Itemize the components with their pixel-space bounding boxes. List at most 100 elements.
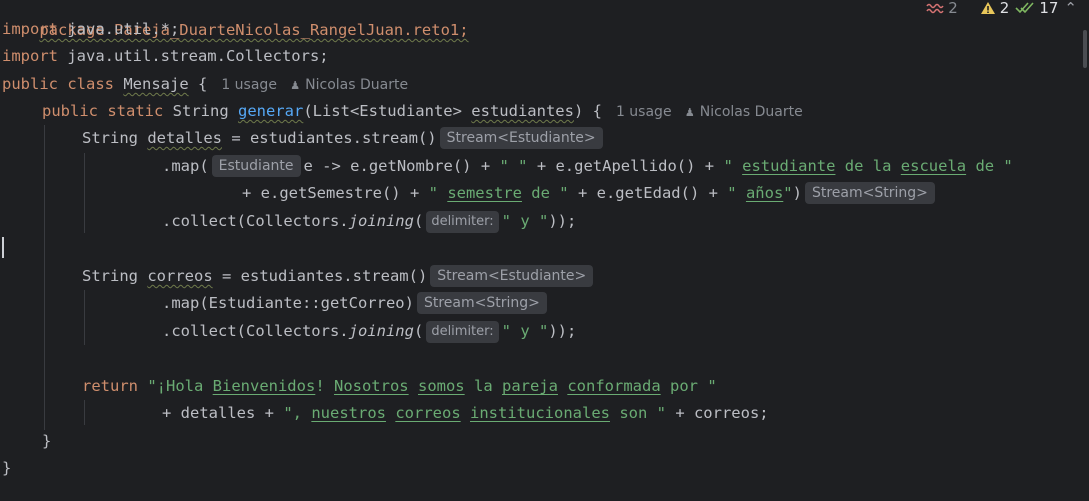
method-joining: joining [348, 322, 414, 340]
checks-indicator[interactable]: 17 [1015, 0, 1058, 17]
code-editor[interactable]: package Pareja_DuarteNicolas_RangelJuan.… [0, 0, 1089, 501]
expression: + e.getSemestre() + [242, 184, 429, 202]
class-code-lens[interactable]: 1 usage ♟ Nicolas Duarte [221, 77, 408, 93]
string-literal [461, 404, 470, 422]
map-call: .map( [162, 157, 209, 175]
expression: = estudiantes.stream() [221, 129, 437, 147]
indent-guide [84, 290, 85, 345]
lambda: e -> e.getNombre() + [303, 157, 500, 175]
string-word: años [745, 184, 784, 202]
type: String [82, 129, 148, 147]
string-literal: " [727, 184, 746, 202]
string-literal: " y " [501, 212, 549, 230]
string-literal: de " [521, 184, 569, 202]
paren: ) [792, 184, 802, 202]
string-word: Nosotros [333, 377, 409, 395]
code-line-method-decl: public static String generar(List<Estudi… [42, 98, 803, 125]
errors-count: 2 [948, 0, 958, 17]
import-keyword: import [2, 20, 68, 38]
code-line-import-collectors: import java.util.stream.Collectors; [2, 43, 329, 70]
code-line-map-cont: + e.getSemestre() + " semestre de " + e.… [242, 180, 938, 207]
method-code-lens[interactable]: 1 usage ♟ Nicolas Duarte [616, 104, 803, 120]
checks-count: 17 [1039, 0, 1059, 17]
brace: ) { [573, 102, 602, 120]
author-name[interactable]: Nicolas Duarte [305, 77, 408, 93]
code-line-return-cont: + detalles + ", nuestros correos institu… [162, 400, 769, 427]
return-type: String [172, 102, 238, 120]
code-line-map: .map(Estudiante e -> e.getNombre() + " " … [162, 153, 1013, 180]
string-literal: " [428, 184, 448, 202]
user-icon: ♟ [290, 79, 301, 92]
expression: .map(Estudiante::getCorreo) [162, 294, 414, 312]
string-literal: "¡Hola [147, 377, 213, 395]
string-literal: " [783, 184, 793, 202]
code-line-correos: String correos = estudiantes.stream() Str… [82, 263, 596, 290]
string-word: estudiante [742, 157, 836, 175]
code-line-collect-2: .collect(Collectors.joining(delimiter: " … [162, 318, 576, 345]
param-name-hint: delimiter: [426, 321, 499, 343]
string-literal: son " [609, 404, 666, 422]
indent-guide [84, 153, 85, 233]
string-literal: ", [283, 404, 312, 422]
expression: + detalles + [162, 404, 284, 422]
expression: .collect(Collectors. [162, 322, 349, 340]
expression: + correos; [665, 404, 769, 422]
expression: = estudiantes.stream() [212, 267, 428, 285]
type-hint: Stream<Estudiante> [439, 127, 603, 149]
string-word: semestre [447, 184, 522, 202]
class-keywords: public class [2, 75, 124, 93]
string-literal [558, 377, 567, 395]
indent-guide [84, 400, 85, 425]
brace: } [42, 432, 52, 450]
text-caret [2, 237, 4, 258]
user-icon: ♟ [684, 106, 695, 119]
code-line-collect: .collect(Collectors.joining(delimiter: " … [162, 208, 576, 235]
warning-icon [980, 2, 995, 14]
code-line-map-correo: .map(Estudiante::getCorreo) Stream<String… [162, 290, 550, 317]
inspection-widget[interactable]: 2 2 17 ⌃ [920, 0, 1089, 19]
string-word: nuestros [311, 404, 386, 422]
paren: ( [413, 322, 424, 340]
code-line-return: return "¡Hola Bienvenidos! Nosotros somo… [82, 373, 717, 400]
string-literal: de la [835, 157, 901, 175]
string-literal: ! [315, 377, 334, 395]
type-hint: Stream<String> [416, 292, 547, 314]
indent-guide [44, 125, 45, 430]
code-line-detalles: String detalles = estudiantes.stream() St… [82, 125, 606, 152]
type: String [82, 267, 148, 285]
string-literal: la [464, 377, 502, 395]
return-keyword: return [82, 377, 148, 395]
class-name[interactable]: Mensaje [123, 75, 188, 93]
var-detalles: detalles [147, 129, 222, 147]
double-check-icon [1015, 2, 1034, 14]
brace: { [188, 75, 208, 93]
errors-indicator[interactable]: 2 [926, 0, 958, 17]
usage-count[interactable]: 1 usage [221, 77, 277, 93]
method-joining: joining [348, 212, 414, 230]
string-word: somos [417, 377, 465, 395]
method-name[interactable]: generar [238, 102, 303, 120]
string-literal: " " [499, 157, 528, 175]
string-literal: de " [966, 157, 1013, 175]
code-line-method-close: } [42, 428, 51, 455]
param-name: estudiantes [471, 102, 574, 120]
param-name-hint: delimiter: [426, 211, 499, 233]
type-hint: Stream<Estudiante> [430, 265, 594, 287]
string-word: Bienvenidos [212, 377, 316, 395]
code-line-class-decl: public class Mensaje {1 usage ♟ Nicolas D… [2, 71, 408, 98]
expression: + e.getEdad() + [568, 184, 728, 202]
string-word: pareja [501, 377, 558, 395]
expression: + e.getApellido() + [527, 157, 724, 175]
author-name[interactable]: Nicolas Duarte [700, 104, 803, 120]
import-keyword: import [2, 47, 68, 65]
brace: } [2, 459, 12, 477]
warnings-indicator[interactable]: 2 [980, 0, 1009, 17]
string-literal [386, 404, 395, 422]
code-line-import-util: import java.util.*; [2, 16, 179, 43]
vertical-scrollbar[interactable] [1083, 30, 1087, 68]
var-correos: correos [147, 267, 213, 285]
type-hint: Stream<String> [804, 182, 935, 204]
chevron-up-icon[interactable]: ⌃ [1064, 0, 1077, 17]
usage-count[interactable]: 1 usage [616, 104, 672, 120]
string-literal: " [723, 157, 743, 175]
